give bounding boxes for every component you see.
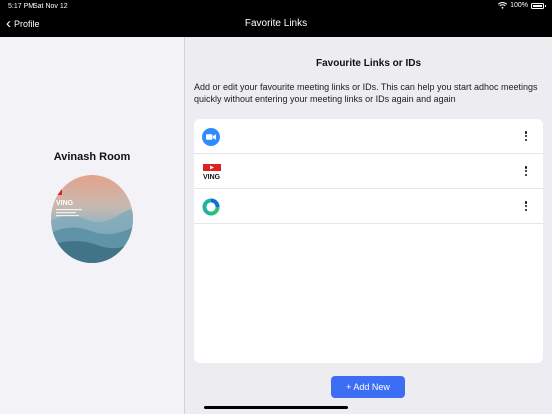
more-options-icon[interactable] [523,199,529,213]
status-date: Sat Nov 12 [33,3,68,10]
link-row-webex[interactable] [194,189,543,224]
link-row-ving[interactable]: VING [194,154,543,189]
more-options-icon[interactable] [523,129,529,143]
home-indicator [204,406,348,409]
status-right: 100% [498,2,546,9]
status-bar: 5:17 PM Sat Nov 12 100% [0,0,552,13]
battery-percent: 100% [510,2,528,9]
zoom-icon [202,128,220,146]
page-title: Favorite Links [244,18,308,29]
ving-icon: VING [202,163,222,181]
avatar-text: VING [56,200,74,207]
battery-icon [531,2,546,9]
links-list: VING [194,119,543,363]
section-title: Favourite Links or IDs [315,58,422,69]
ving-label: VING [203,174,221,181]
room-profile-pane: Avinash Room VING [0,37,184,414]
navigation-bar: ‹ Profile Favorite Links [0,13,552,37]
section-description: Add or edit your favourite meeting links… [194,82,538,104]
avatar-image: VING [51,175,133,263]
wifi-icon [498,2,508,9]
link-row-zoom[interactable] [194,119,543,154]
room-name: Avinash Room [53,151,131,163]
favourite-links-pane: Favourite Links or IDs Add or edit your … [185,37,552,414]
status-time: 5:17 PM [8,3,35,10]
room-avatar[interactable]: VING [51,175,133,263]
webex-icon [202,198,220,216]
more-options-icon[interactable] [523,164,529,178]
add-new-button[interactable]: + Add New [331,376,405,398]
